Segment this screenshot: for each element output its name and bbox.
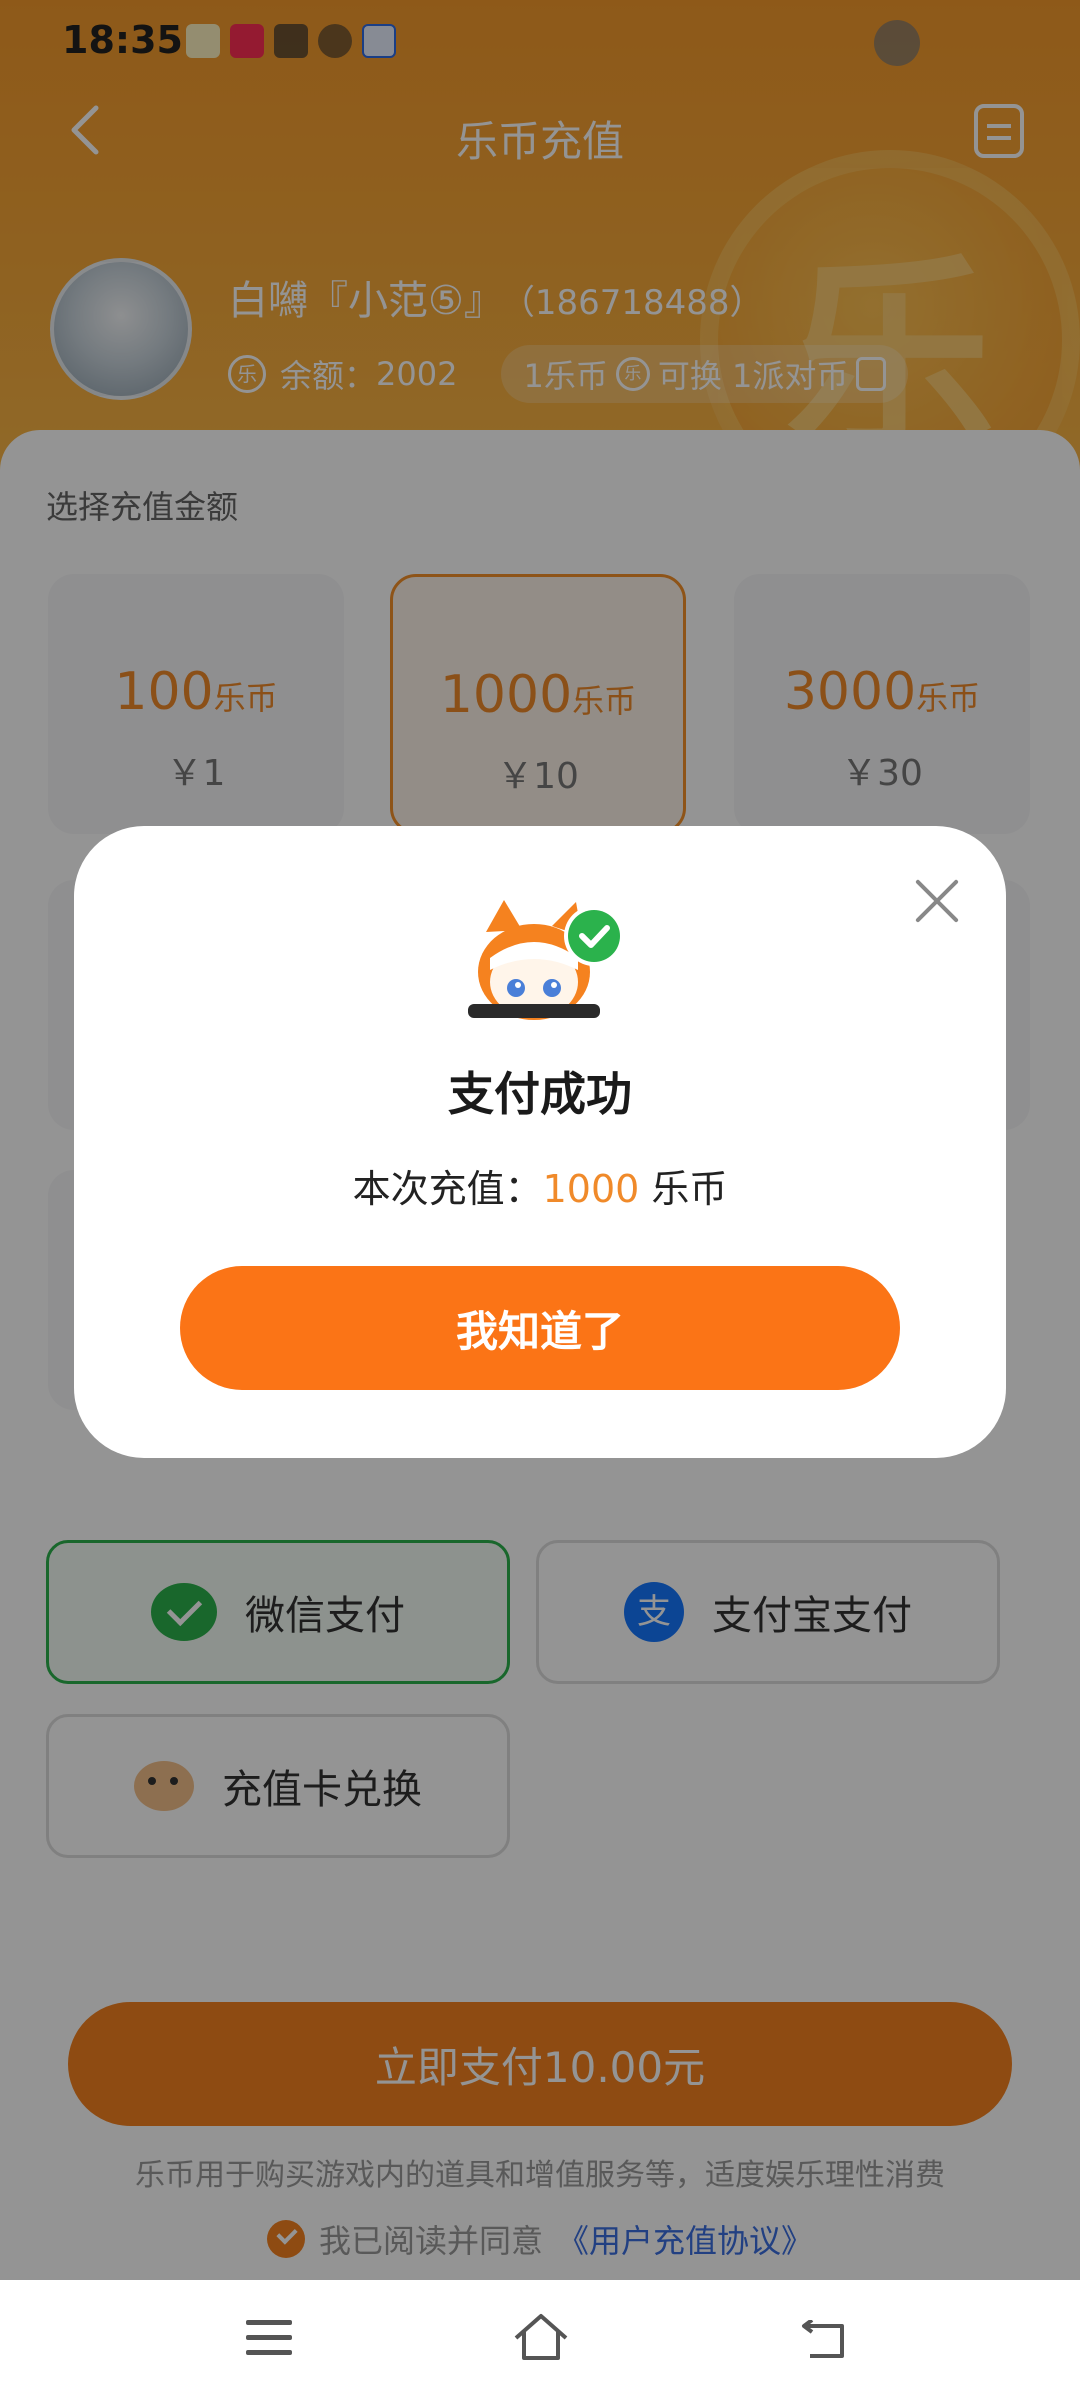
close-icon[interactable] [912, 876, 962, 926]
mascot-success-icon [468, 900, 624, 1020]
confirm-button[interactable]: 我知道了 [180, 1266, 900, 1390]
dialog-title: 支付成功 [448, 1067, 632, 1121]
system-nav-bar [0, 2280, 1080, 2408]
back-icon[interactable] [800, 2320, 848, 2360]
recent-apps-icon[interactable] [246, 2320, 292, 2358]
payment-success-dialog: 支付成功 本次充值：1000 乐币 我知道了 [74, 826, 1006, 1458]
home-icon[interactable] [512, 2310, 570, 2362]
recharge-amount: 1000 [542, 1167, 640, 1211]
dialog-message: 本次充值：1000 乐币 [352, 1167, 728, 1211]
